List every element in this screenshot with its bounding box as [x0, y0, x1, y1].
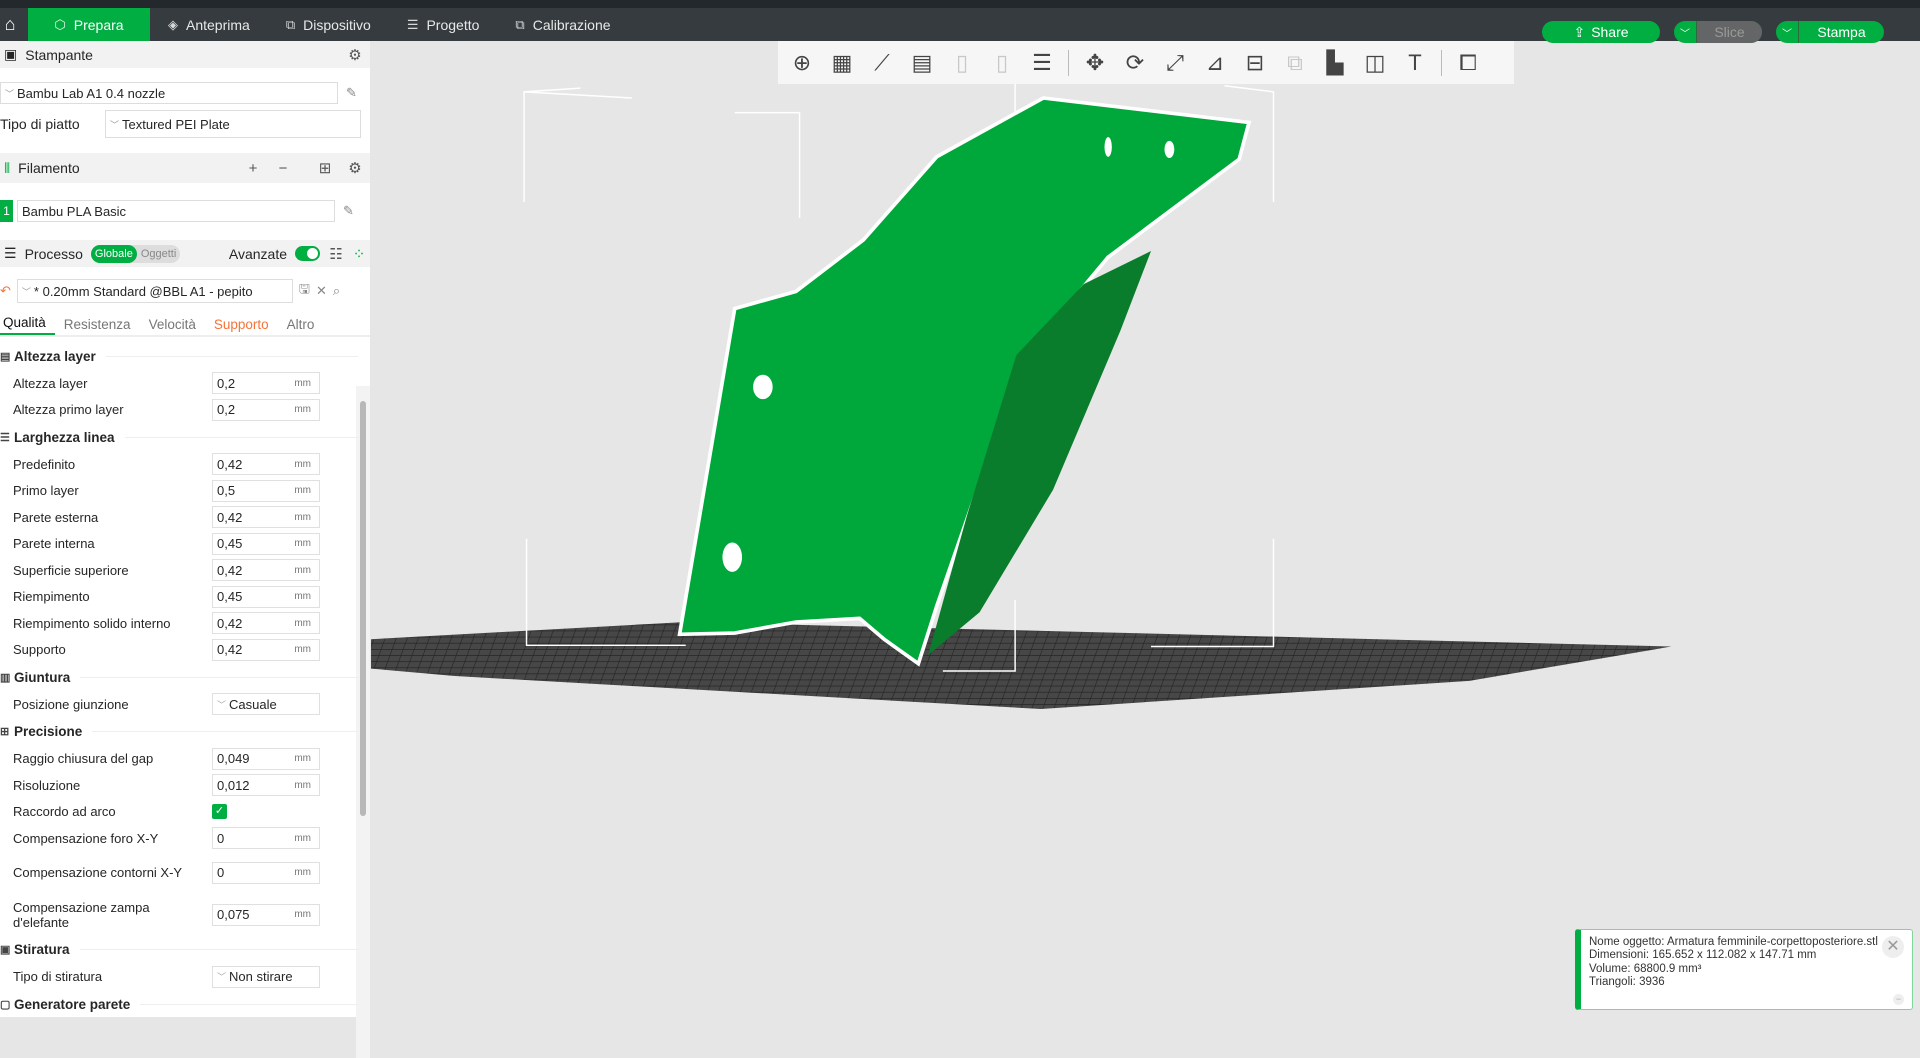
minimize-icon[interactable]: − [1893, 994, 1904, 1005]
toolbar-divider [1441, 49, 1442, 76]
rotate-icon[interactable]: ⟳ [1117, 45, 1153, 81]
text-icon[interactable]: T [1397, 45, 1433, 81]
notification-line: Triangoli: 3936 [1589, 976, 1665, 989]
layers-menu-icon[interactable]: ☰ [1024, 45, 1060, 81]
view-toolbar: ⊕ ▦ ⟋ ▤ ▯ ▯ ☰ ✥ ⟳ ⤢ ⊿ ⊟ ⧉ ▙ ◫ T ⧠ [778, 41, 1514, 84]
plate-o-icon[interactable]: ▯ [944, 45, 980, 81]
plate-p-icon[interactable]: ▯ [984, 45, 1020, 81]
add-plate-icon[interactable]: ▦ [824, 45, 860, 81]
lay-on-face-icon[interactable]: ⊿ [1197, 45, 1233, 81]
notification-line: Volume: 68800.9 mm³ [1589, 962, 1702, 975]
auto-orient-icon[interactable]: ⟋ [864, 45, 900, 81]
toolbar-divider [1068, 49, 1069, 76]
move-icon[interactable]: ✥ [1077, 45, 1113, 81]
scale-icon[interactable]: ⤢ [1157, 45, 1193, 81]
close-icon[interactable]: ✕ [1882, 936, 1904, 958]
seam-paint-icon[interactable]: ◫ [1357, 45, 1393, 81]
notification-line: Nome oggetto: Armatura femminile-corpett… [1589, 936, 1878, 948]
cut-icon[interactable]: ⊟ [1237, 45, 1273, 81]
boolean-icon[interactable]: ⧉ [1277, 45, 1313, 81]
build-plate [371, 622, 1672, 709]
object-info-notification: Nome oggetto: Armatura femminile-corpett… [1575, 929, 1913, 1010]
notification-line: Dimensioni: 165.652 x 112.082 x 147.71 m… [1589, 949, 1817, 962]
support-paint-icon[interactable]: ▙ [1317, 45, 1353, 81]
assembly-icon[interactable]: ⧠ [1450, 45, 1486, 81]
add-object-icon[interactable]: ⊕ [784, 45, 820, 81]
arrange-icon[interactable]: ▤ [904, 45, 940, 81]
3d-viewport[interactable] [0, 0, 1920, 1017]
